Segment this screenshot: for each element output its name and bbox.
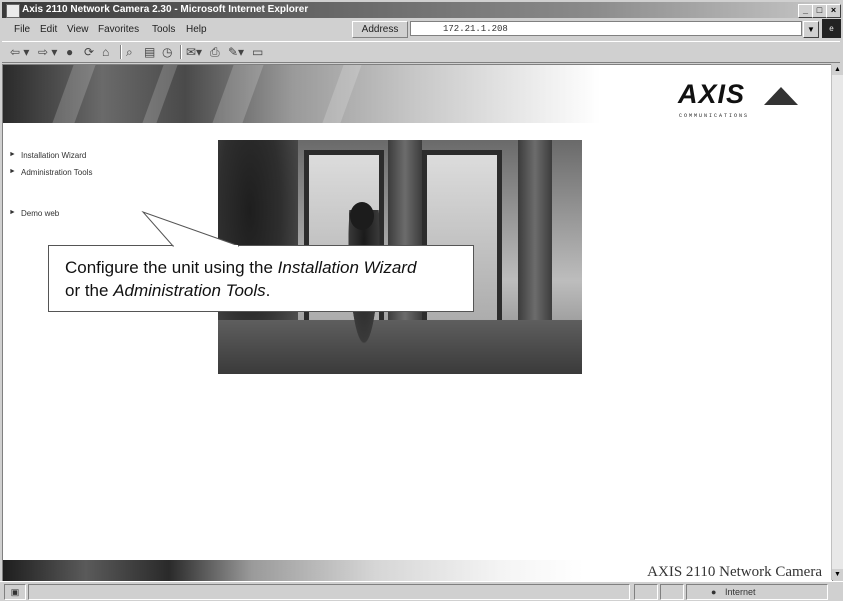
restore-button[interactable]: □ bbox=[812, 4, 827, 18]
vertical-scrollbar[interactable]: ▲ ▼ bbox=[831, 64, 843, 580]
address-input[interactable]: 172.21.1.208 bbox=[410, 21, 802, 36]
status-message bbox=[28, 584, 630, 600]
ie-logo-throbber: e bbox=[822, 19, 841, 38]
menu-favorites[interactable]: Favorites bbox=[98, 24, 139, 35]
annotation-callout: Configure the unit using the Installatio… bbox=[48, 245, 474, 312]
status-bar: ▣ ● Internet bbox=[0, 581, 843, 601]
address-dropdown-button[interactable]: ▼ bbox=[803, 21, 819, 38]
globe-icon: ● bbox=[711, 587, 717, 597]
arrow-bullet-icon: ► bbox=[9, 168, 16, 175]
arrow-bullet-icon: ► bbox=[9, 209, 16, 216]
scroll-down-icon[interactable]: ▼ bbox=[832, 569, 843, 580]
standard-toolbar: ⇦ ▾ ⇨ ▾ ● ⟳ ⌂ ⌕ ▤ ◷ ✉▾ ⎙ ✎▾ ▭ bbox=[2, 41, 840, 63]
history-icon[interactable]: ◷ bbox=[162, 45, 172, 59]
mail-icon[interactable]: ✉▾ bbox=[186, 45, 202, 59]
browser-window: Axis 2110 Network Camera 2.30 - Microsof… bbox=[0, 0, 843, 601]
title-bar: Axis 2110 Network Camera 2.30 - Microsof… bbox=[2, 2, 841, 18]
print-icon[interactable]: ⎙ bbox=[210, 45, 220, 59]
page-status-icon: ▣ bbox=[4, 584, 26, 600]
discuss-icon[interactable]: ▭ bbox=[252, 45, 263, 59]
home-icon[interactable]: ⌂ bbox=[102, 45, 109, 59]
zone-label: Internet bbox=[725, 587, 756, 597]
scroll-up-icon[interactable]: ▲ bbox=[832, 64, 843, 75]
footer-banner: AXIS 2110 Network Camera bbox=[3, 560, 832, 581]
menu-edit[interactable]: Edit bbox=[40, 24, 57, 35]
ie-app-icon bbox=[6, 4, 20, 18]
menu-tools[interactable]: Tools bbox=[152, 24, 175, 35]
minimize-button[interactable]: _ bbox=[798, 4, 813, 18]
stop-icon[interactable]: ● bbox=[66, 45, 73, 59]
menu-view[interactable]: View bbox=[67, 24, 89, 35]
axis-logo: AXIS COMMUNICATIONS bbox=[678, 79, 828, 119]
menu-help[interactable]: Help bbox=[186, 24, 207, 35]
page-viewport: AXIS COMMUNICATIONS ► Installation Wizar… bbox=[2, 64, 833, 581]
back-arrow-icon[interactable]: ⇦ ▾ bbox=[10, 45, 29, 59]
security-zone: ● Internet bbox=[686, 584, 828, 600]
forward-arrow-icon[interactable]: ⇨ ▾ bbox=[38, 45, 57, 59]
arrow-bullet-icon: ► bbox=[9, 151, 16, 158]
address-label: Address bbox=[352, 21, 408, 38]
search-icon[interactable]: ⌕ bbox=[126, 45, 133, 59]
edit-icon[interactable]: ✎▾ bbox=[228, 45, 244, 59]
refresh-icon[interactable]: ⟳ bbox=[84, 45, 94, 59]
footer-product-name: AXIS 2110 Network Camera bbox=[647, 564, 822, 580]
menu-file[interactable]: File bbox=[14, 24, 30, 35]
favorites-icon[interactable]: ▤ bbox=[144, 45, 155, 59]
close-button[interactable]: × bbox=[826, 4, 841, 18]
window-title: Axis 2110 Network Camera 2.30 - Microsof… bbox=[22, 4, 309, 15]
